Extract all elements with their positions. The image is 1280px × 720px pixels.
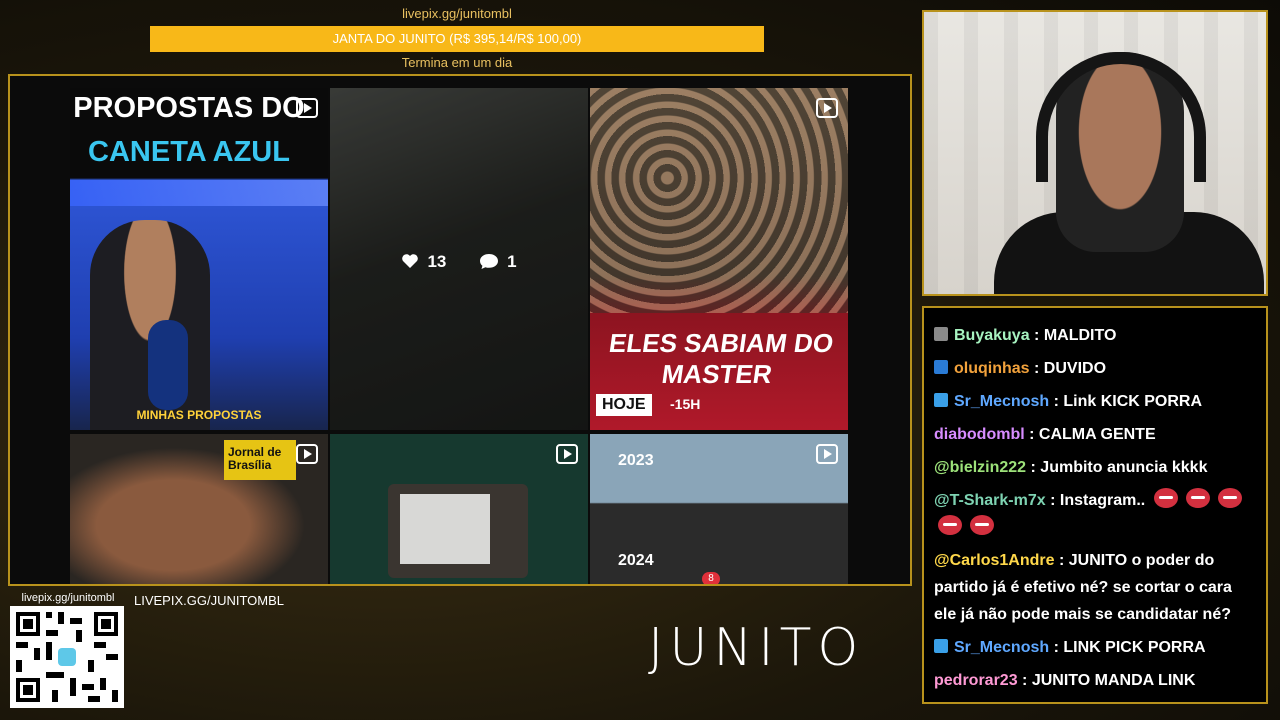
chat-message: Buyakuya : MALDITO	[934, 322, 1256, 349]
feed-post-1[interactable]: PROPOSTAS DO CANETA AZUL MINHAS PROPOSTA…	[70, 88, 328, 430]
chat-text: : JUNITO MANDA LINK	[1022, 672, 1196, 689]
qr-url: livepix.gg/junitombl	[21, 592, 115, 604]
post-caption: MINHAS PROPOSTAS	[136, 408, 262, 422]
chat-message: @T-Shark-m7x : Instagram..	[934, 487, 1256, 541]
jornal-badge: Jornal de Brasília	[224, 440, 296, 480]
donation-goal-label: JANTA DO JUNITO (R$ 395,14/R$ 100,00)	[332, 31, 582, 46]
user-badge-icon	[934, 393, 948, 407]
chat-text: : LINK PICK PORRA	[1053, 639, 1206, 656]
year-label-top: 2023	[618, 452, 654, 469]
post-title-line1: PROPOSTAS DO	[73, 92, 305, 124]
heart-icon	[402, 254, 419, 268]
likes-count: 13	[427, 252, 447, 271]
notification-badge[interactable]: 8	[702, 572, 720, 584]
emote-icon	[938, 515, 962, 535]
post-stats: 13 1	[330, 252, 588, 272]
chat-username[interactable]: Buyakuya	[954, 327, 1030, 344]
tv-screen	[400, 494, 490, 564]
donation-goal-bar: JANTA DO JUNITO (R$ 395,14/R$ 100,00)	[150, 26, 764, 52]
chat-text: : Link KICK PORRA	[1053, 393, 1203, 410]
chat-message: diabodombl : CALMA GENTE	[934, 421, 1256, 448]
video-icon	[816, 444, 838, 464]
video-icon	[296, 98, 318, 118]
post-slogan: ELES SABIAM DO MASTER	[607, 328, 836, 389]
chat-text: : CALMA GENTE	[1029, 426, 1156, 443]
chat-message: @bielzin222 : Jumbito anuncia kkkk	[934, 454, 1256, 481]
chat-username[interactable]: @Carlos1Andre	[934, 552, 1055, 569]
donation-goal-ends: Termina em um dia	[401, 55, 513, 70]
chat-username[interactable]: oluqinhas	[954, 360, 1030, 377]
chat-username[interactable]: @T-Shark-m7x	[934, 492, 1046, 509]
chat-message: @Carlos1Andre : JUNITO o poder do partid…	[934, 547, 1256, 628]
feed-post-3[interactable]: ELES SABIAM DO MASTER HOJE -15H	[590, 88, 848, 430]
chat-username[interactable]: @bielzin222	[934, 459, 1026, 476]
channel-logo: JUNITO	[648, 618, 865, 678]
chat-text: : DUVIDO	[1034, 360, 1107, 377]
user-badge-icon	[934, 360, 948, 374]
chat-text: : MALDITO	[1034, 327, 1117, 344]
post-date-label: HOJE	[596, 394, 652, 416]
post-time-label: -15H	[670, 396, 701, 412]
donation-url: livepix.gg/junitombl	[402, 6, 512, 21]
chat-message: Sr_Mecnosh : LINK PICK PORRA	[934, 634, 1256, 661]
comments-stat: 1	[479, 252, 517, 272]
feed-post-2[interactable]: 13 1	[330, 88, 588, 430]
video-icon	[816, 98, 838, 118]
chat-message: Sr_Mecnosh : Link KICK PORRA	[934, 388, 1256, 415]
feed-post-6[interactable]: 2023 2024	[590, 434, 848, 584]
emote-icon	[970, 515, 994, 535]
instagram-feed-grid: PROPOSTAS DO CANETA AZUL MINHAS PROPOSTA…	[70, 88, 848, 584]
user-badge-icon	[934, 639, 948, 653]
comment-icon	[480, 254, 499, 269]
user-badge-icon	[934, 327, 948, 341]
video-icon	[556, 444, 578, 464]
chat-username[interactable]: Sr_Mecnosh	[954, 393, 1049, 410]
footer-url: LIVEPIX.GG/JUNITOMBL	[134, 593, 285, 608]
webcam-feed	[922, 10, 1268, 296]
video-icon	[296, 444, 318, 464]
chat-message: oluqinhas : DUVIDO	[934, 355, 1256, 382]
chat-username[interactable]: diabodombl	[934, 426, 1025, 443]
emote-icon	[1185, 488, 1210, 508]
screen-capture: PROPOSTAS DO CANETA AZUL MINHAS PROPOSTA…	[8, 74, 912, 586]
comments-count: 1	[507, 252, 517, 271]
feed-post-5[interactable]	[330, 434, 588, 584]
crowd-photo	[590, 88, 848, 313]
year-label-bottom: 2024	[618, 552, 654, 569]
microphone	[148, 320, 188, 410]
chat-username[interactable]: pedrorar23	[934, 672, 1018, 689]
chat-text: : Jumbito anuncia kkkk	[1030, 459, 1208, 476]
feed-post-4[interactable]: Jornal de Brasília	[70, 434, 328, 584]
emote-icon	[1217, 488, 1242, 508]
qr-code-icon	[10, 606, 124, 708]
chat-message: pedrorar23 : JUNITO MANDA LINK	[934, 667, 1256, 694]
chat-panel: Buyakuya : MALDITO oluqinhas : DUVIDO Sr…	[922, 306, 1268, 704]
studio-banner	[70, 180, 328, 206]
likes-stat: 13	[401, 252, 446, 272]
chat-username[interactable]: Sr_Mecnosh	[954, 639, 1049, 656]
post-title-line2: CANETA AZUL	[88, 136, 290, 168]
chat-text: : Instagram..	[1050, 492, 1146, 509]
emote-icon	[1153, 488, 1178, 508]
